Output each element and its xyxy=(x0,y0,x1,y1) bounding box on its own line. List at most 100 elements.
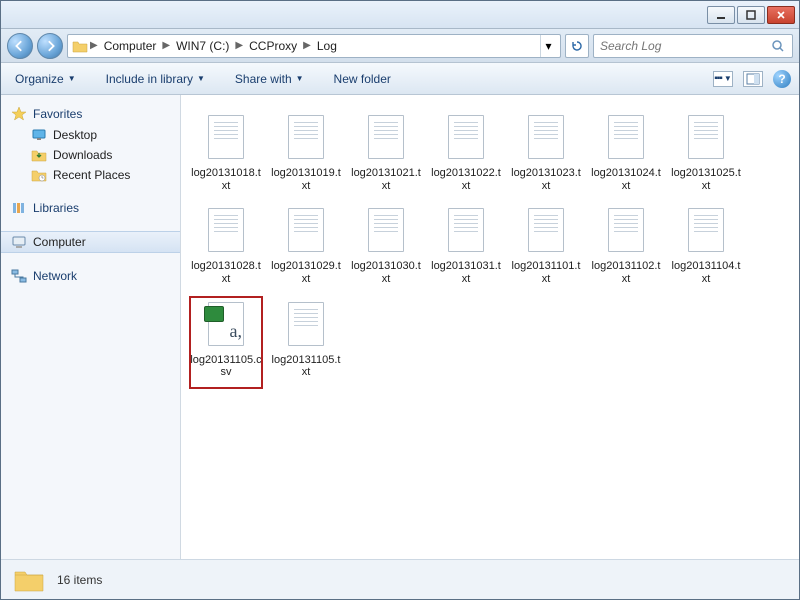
star-icon xyxy=(11,106,27,122)
details-pane: 16 items xyxy=(1,559,799,599)
libraries-label: Libraries xyxy=(33,201,79,215)
body: Favorites Desktop Downloads Recent Place… xyxy=(1,95,799,559)
favorites-label: Favorites xyxy=(33,107,82,121)
text-file-icon xyxy=(604,113,648,163)
chevron-down-icon: ▼ xyxy=(296,74,304,83)
sidebar-item-label: Network xyxy=(33,269,77,283)
breadcrumb-item[interactable]: Log xyxy=(313,37,341,55)
folder-icon xyxy=(13,567,45,593)
minimize-button[interactable] xyxy=(707,6,735,24)
desktop-icon xyxy=(31,127,47,143)
file-item[interactable]: log20131105.txt xyxy=(269,296,343,389)
text-file-icon xyxy=(284,300,328,350)
file-name-label: log20131018.txt xyxy=(190,167,262,192)
text-file-icon xyxy=(204,113,248,163)
file-item[interactable]: log20131102.txt xyxy=(589,202,663,295)
chevron-right-icon: ▶ xyxy=(90,40,98,51)
chevron-right-icon: ▶ xyxy=(162,40,170,51)
file-name-label: log20131104.txt xyxy=(670,260,742,285)
file-item[interactable]: log20131023.txt xyxy=(509,109,583,202)
text-file-icon xyxy=(284,113,328,163)
breadcrumb-item[interactable]: WIN7 (C:) xyxy=(172,37,233,55)
sidebar-item-downloads[interactable]: Downloads xyxy=(1,145,180,165)
favorites-header[interactable]: Favorites xyxy=(1,103,180,125)
back-button[interactable] xyxy=(7,33,33,59)
view-options-button[interactable]: ▪▪▪▼ xyxy=(713,71,733,87)
text-file-icon xyxy=(684,206,728,256)
breadcrumb-dropdown[interactable]: ▾ xyxy=(540,35,556,57)
file-name-label: log20131030.txt xyxy=(350,260,422,285)
file-item[interactable]: log20131101.txt xyxy=(509,202,583,295)
downloads-icon xyxy=(31,147,47,163)
file-item[interactable]: log20131031.txt xyxy=(429,202,503,295)
new-folder-button[interactable]: New folder xyxy=(328,68,397,90)
help-button[interactable]: ? xyxy=(773,70,791,88)
file-name-label: log20131019.txt xyxy=(270,167,342,192)
file-item[interactable]: log20131024.txt xyxy=(589,109,663,202)
navigation-pane[interactable]: Favorites Desktop Downloads Recent Place… xyxy=(1,95,181,559)
breadcrumb-item[interactable]: CCProxy xyxy=(245,37,301,55)
libraries-header[interactable]: Libraries xyxy=(1,197,180,219)
file-list-pane[interactable]: log20131018.txt log20131019.txt log2013102… xyxy=(181,95,799,559)
file-item[interactable]: log20131025.txt xyxy=(669,109,743,202)
file-name-label: log20131024.txt xyxy=(590,167,662,192)
file-name-label: log20131101.txt xyxy=(510,260,582,285)
close-button[interactable] xyxy=(767,6,795,24)
refresh-button[interactable] xyxy=(565,34,589,58)
breadcrumb-item[interactable]: Computer xyxy=(100,37,161,55)
share-with-button[interactable]: Share with ▼ xyxy=(229,68,310,90)
sidebar-item-network[interactable]: Network xyxy=(1,265,180,287)
network-icon xyxy=(11,268,27,284)
file-item[interactable]: log20131029.txt xyxy=(269,202,343,295)
breadcrumb[interactable]: ▶ Computer ▶ WIN7 (C:) ▶ CCProxy ▶ Log ▾ xyxy=(67,34,561,58)
search-box[interactable] xyxy=(593,34,793,58)
file-item[interactable]: log20131022.txt xyxy=(429,109,503,202)
text-file-icon xyxy=(284,206,328,256)
text-file-icon xyxy=(364,113,408,163)
sidebar-item-desktop[interactable]: Desktop xyxy=(1,125,180,145)
sidebar-item-computer[interactable]: Computer xyxy=(1,231,180,253)
file-name-label: log20131028.txt xyxy=(190,260,262,285)
address-bar: ▶ Computer ▶ WIN7 (C:) ▶ CCProxy ▶ Log ▾ xyxy=(1,29,799,63)
file-name-label: log20131105.txt xyxy=(270,354,342,379)
chevron-down-icon: ▼ xyxy=(68,74,76,83)
text-file-icon xyxy=(364,206,408,256)
file-item[interactable]: log20131021.txt xyxy=(349,109,423,202)
file-name-label: log20131022.txt xyxy=(430,167,502,192)
search-icon xyxy=(770,38,786,54)
preview-pane-button[interactable] xyxy=(743,71,763,87)
search-input[interactable] xyxy=(600,39,770,53)
text-file-icon xyxy=(204,206,248,256)
include-in-library-button[interactable]: Include in library ▼ xyxy=(100,68,211,90)
file-name-label: log20131105.csv xyxy=(190,354,262,379)
maximize-button[interactable] xyxy=(737,6,765,24)
organize-button[interactable]: Organize ▼ xyxy=(9,68,82,90)
file-item[interactable]: log20131028.txt xyxy=(189,202,263,295)
chevron-right-icon: ▶ xyxy=(235,40,243,51)
text-file-icon xyxy=(524,113,568,163)
chevron-down-icon: ▼ xyxy=(197,74,205,83)
file-item[interactable]: log20131018.txt xyxy=(189,109,263,202)
csv-file-icon: a, xyxy=(204,300,248,350)
file-item[interactable]: log20131104.txt xyxy=(669,202,743,295)
sidebar-item-label: Desktop xyxy=(53,128,97,142)
computer-icon xyxy=(11,234,27,250)
forward-button[interactable] xyxy=(37,33,63,59)
sidebar-item-recent-places[interactable]: Recent Places xyxy=(1,165,180,185)
file-item[interactable]: log20131030.txt xyxy=(349,202,423,295)
libraries-icon xyxy=(11,200,27,216)
file-name-label: log20131021.txt xyxy=(350,167,422,192)
folder-icon xyxy=(72,38,88,54)
explorer-window: ▶ Computer ▶ WIN7 (C:) ▶ CCProxy ▶ Log ▾… xyxy=(0,0,800,600)
sidebar-item-label: Recent Places xyxy=(53,168,130,182)
sidebar-item-label: Computer xyxy=(33,235,86,249)
title-bar[interactable] xyxy=(1,1,799,29)
text-file-icon xyxy=(444,206,488,256)
text-file-icon xyxy=(444,113,488,163)
text-file-icon xyxy=(684,113,728,163)
file-item[interactable]: log20131019.txt xyxy=(269,109,343,202)
text-file-icon xyxy=(604,206,648,256)
file-item[interactable]: a, log20131105.csv xyxy=(189,296,263,389)
file-name-label: log20131023.txt xyxy=(510,167,582,192)
text-file-icon xyxy=(524,206,568,256)
